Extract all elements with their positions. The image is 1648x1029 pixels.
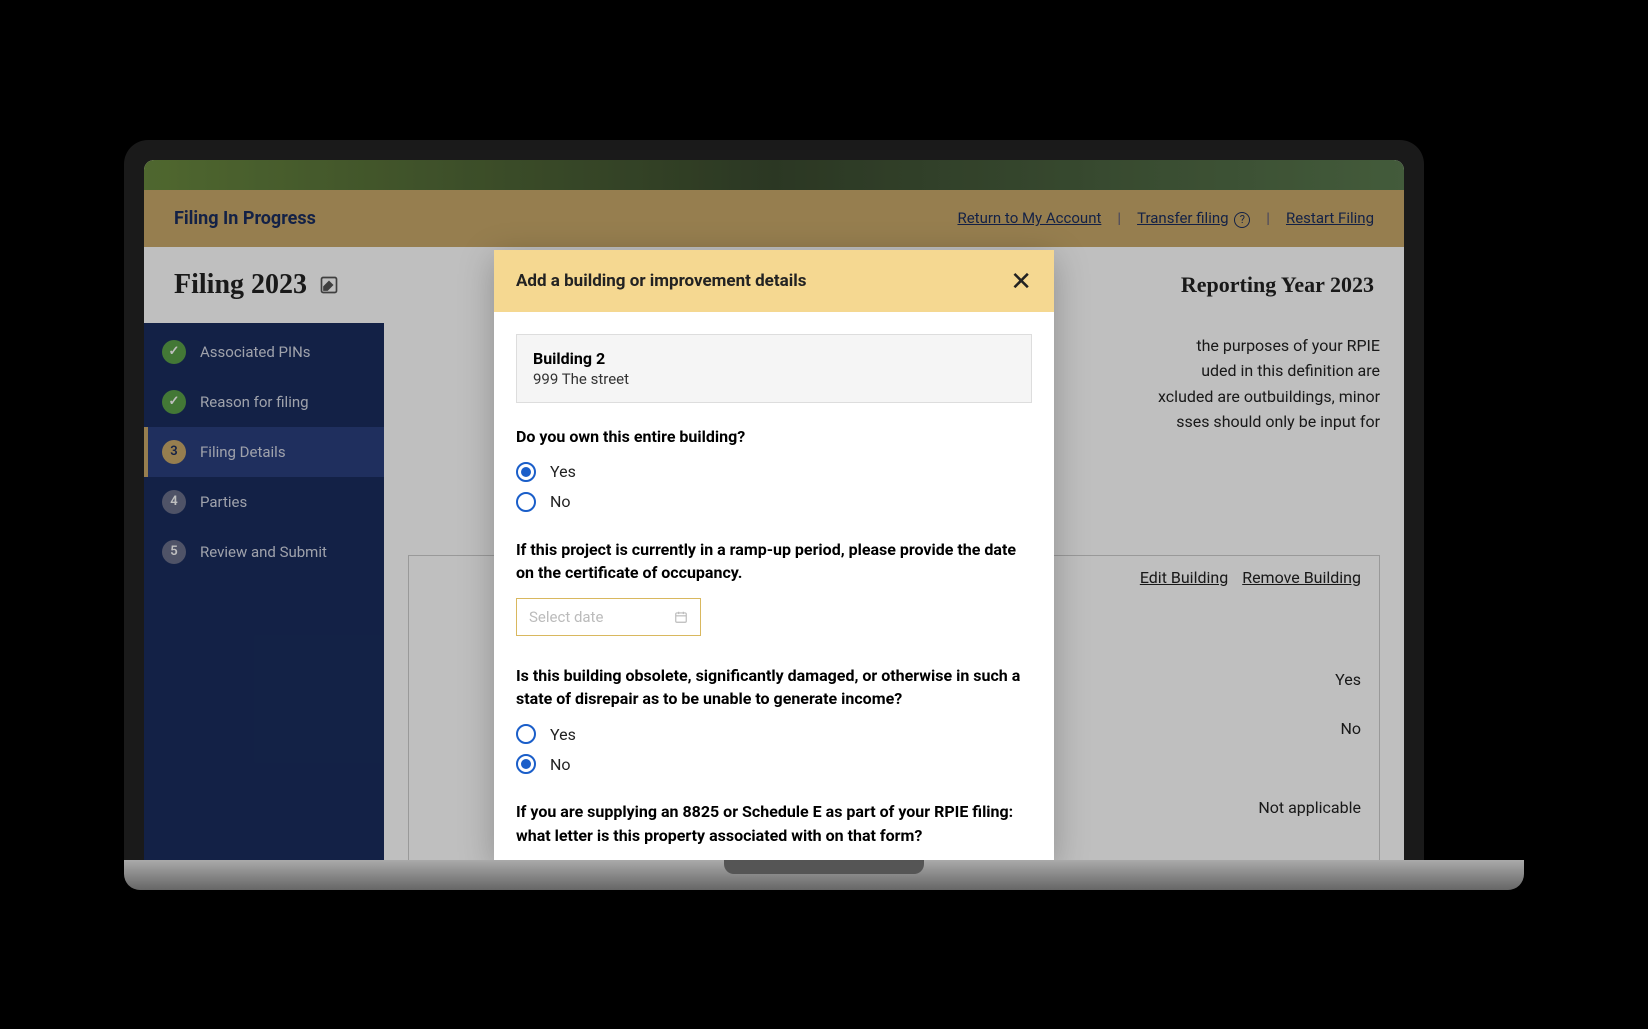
radio-label: Yes <box>550 462 576 481</box>
laptop-base <box>124 860 1524 890</box>
radio-own-no[interactable]: No <box>516 492 1032 512</box>
radio-label: Yes <box>550 725 576 744</box>
radio-icon <box>516 492 536 512</box>
date-placeholder: Select date <box>529 608 603 626</box>
modal-body: Building 2 999 The street Do you own thi… <box>494 312 1054 860</box>
radio-label: No <box>550 492 571 511</box>
building-name: Building 2 <box>533 349 1015 368</box>
add-building-modal: Add a building or improvement details ✕ … <box>494 250 1054 860</box>
occupancy-date-input[interactable]: Select date <box>516 598 701 636</box>
radio-own-yes[interactable]: Yes <box>516 462 1032 482</box>
question-schedule-letter: If you are supplying an 8825 or Schedule… <box>516 800 1032 846</box>
screen: Filing In Progress Return to My Account … <box>144 160 1404 860</box>
building-address: 999 The street <box>533 370 1015 388</box>
question-own-building: Do you own this entire building? <box>516 425 1032 448</box>
radio-icon <box>516 462 536 482</box>
radio-icon <box>516 754 536 774</box>
radio-obsolete-yes[interactable]: Yes <box>516 724 1032 744</box>
radio-group-own: Yes No <box>516 462 1032 512</box>
question-ramp-up: If this project is currently in a ramp-u… <box>516 538 1032 584</box>
laptop-frame: Filing In Progress Return to My Account … <box>124 140 1424 860</box>
radio-obsolete-no[interactable]: No <box>516 754 1032 774</box>
close-icon[interactable]: ✕ <box>1010 268 1032 294</box>
calendar-icon <box>674 610 688 624</box>
radio-label: No <box>550 755 571 774</box>
building-info-card: Building 2 999 The street <box>516 334 1032 403</box>
modal-header: Add a building or improvement details ✕ <box>494 250 1054 312</box>
radio-icon <box>516 724 536 744</box>
radio-group-obsolete: Yes No <box>516 724 1032 774</box>
question-obsolete: Is this building obsolete, significantly… <box>516 664 1032 710</box>
modal-title: Add a building or improvement details <box>516 271 806 291</box>
laptop-notch <box>724 860 924 874</box>
